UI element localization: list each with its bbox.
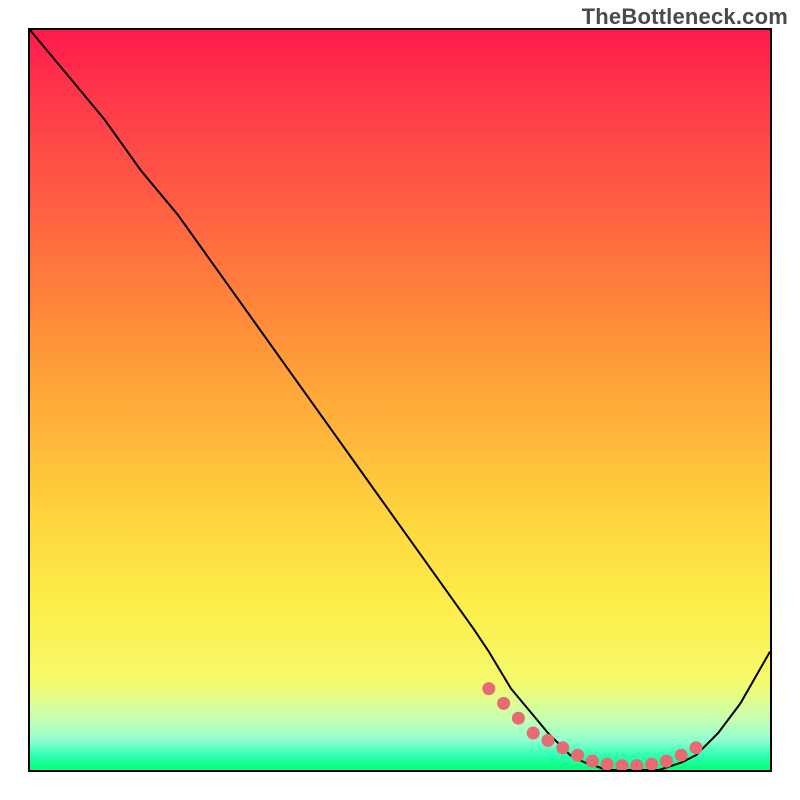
highlight-dot [630, 759, 643, 770]
highlight-dot [645, 758, 658, 770]
highlight-dot [601, 758, 614, 770]
chart-frame: TheBottleneck.com [0, 0, 800, 800]
highlight-dot [542, 734, 555, 747]
plot-area [28, 28, 772, 772]
highlight-dot [512, 712, 525, 725]
highlight-dot [616, 759, 629, 770]
highlight-dot [527, 727, 540, 740]
highlight-dot [690, 741, 703, 754]
highlight-dot [675, 749, 688, 762]
highlight-dot [571, 749, 584, 762]
curve-path [30, 30, 770, 770]
highlight-dot [586, 755, 599, 768]
highlight-dot [556, 741, 569, 754]
highlight-dot [660, 755, 673, 768]
highlight-dot [497, 697, 510, 710]
chart-svg [30, 30, 770, 770]
highlight-dot [482, 682, 495, 695]
watermark-text: TheBottleneck.com [582, 4, 788, 30]
